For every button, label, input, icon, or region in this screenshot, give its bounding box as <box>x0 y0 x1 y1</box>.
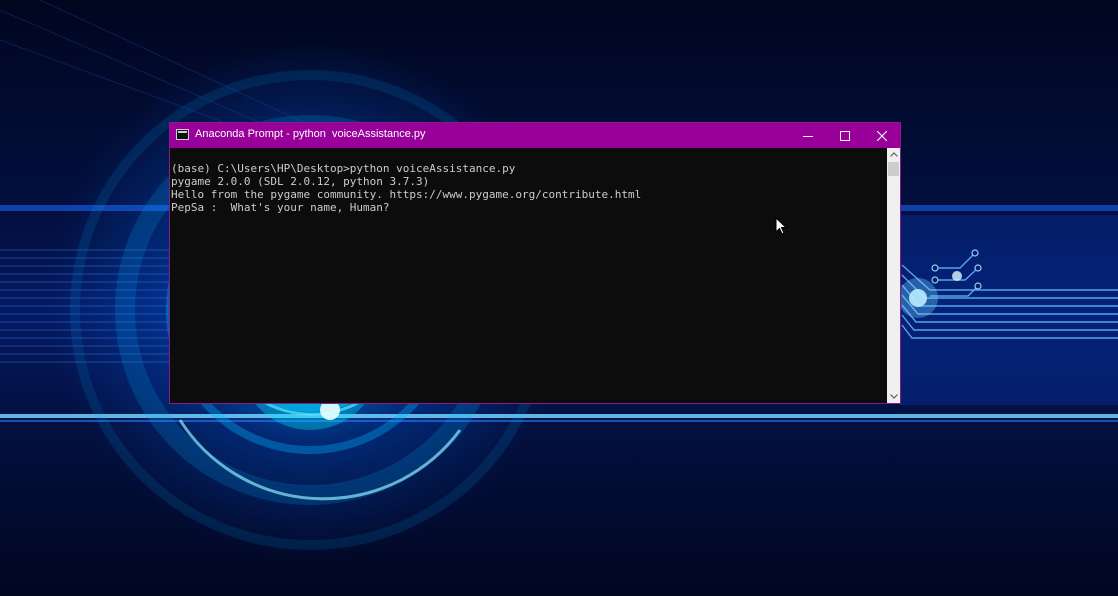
chevron-down-icon <box>889 394 898 399</box>
console-line-pygame-version: pygame 2.0.0 (SDL 2.0.12, python 3.7.3) <box>171 175 430 188</box>
console-window[interactable]: Anaconda Prompt - python voiceAssistance… <box>169 122 901 404</box>
scroll-down-button[interactable] <box>887 390 900 403</box>
console-line-assistant-prompt: PepSa : What's your name, Human? <box>171 201 390 214</box>
maximize-icon <box>839 130 850 141</box>
vertical-scrollbar[interactable] <box>887 148 900 403</box>
title-bar[interactable]: Anaconda Prompt - python voiceAssistance… <box>170 123 900 148</box>
chevron-up-icon <box>889 152 898 157</box>
maximize-button[interactable] <box>826 123 863 148</box>
scrollbar-thumb[interactable] <box>888 162 899 176</box>
minimize-button[interactable] <box>789 123 826 148</box>
desktop-background: Anaconda Prompt - python voiceAssistance… <box>0 0 1118 596</box>
console-output: (base) C:\Users\HP\Desktop>python voiceA… <box>170 148 887 214</box>
console-output-area[interactable]: (base) C:\Users\HP\Desktop>python voiceA… <box>170 148 887 403</box>
scroll-up-button[interactable] <box>887 148 900 161</box>
window-title: Anaconda Prompt - python voiceAssistance… <box>195 128 426 140</box>
console-icon <box>176 129 189 140</box>
close-button[interactable] <box>863 123 900 148</box>
close-icon <box>876 130 887 141</box>
mouse-cursor-icon <box>775 217 787 235</box>
console-line-pygame-hello: Hello from the pygame community. https:/… <box>171 188 642 201</box>
minimize-icon <box>802 135 813 137</box>
console-line-command: (base) C:\Users\HP\Desktop>python voiceA… <box>171 162 516 175</box>
